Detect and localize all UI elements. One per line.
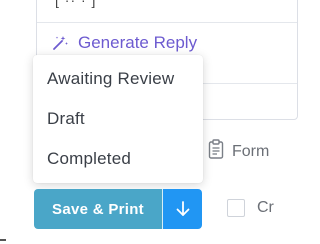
- menu-item-completed[interactable]: Completed: [33, 139, 203, 179]
- form-button-label: Form: [232, 142, 270, 160]
- menu-item-awaiting-review[interactable]: Awaiting Review: [33, 59, 203, 99]
- arrow-down-icon: [175, 200, 191, 218]
- edge-mark: [0, 239, 6, 241]
- split-toggle-button[interactable]: [163, 189, 202, 229]
- divider: [37, 22, 297, 23]
- checkbox-label: Cr: [257, 199, 274, 216]
- card-top-text: [ ·· · ]: [55, 0, 97, 8]
- generate-reply-label: Generate Reply: [78, 33, 198, 52]
- reply-editor-area: [ ·· · ] Generate Reply Form Cr Awaiting…: [0, 0, 298, 244]
- generate-reply-button[interactable]: Generate Reply: [51, 33, 197, 53]
- status-dropdown-menu: Awaiting Review Draft Completed: [33, 55, 203, 183]
- menu-item-label: Completed: [47, 149, 132, 168]
- menu-item-label: Awaiting Review: [47, 69, 175, 88]
- save-print-button[interactable]: Save & Print: [34, 189, 162, 229]
- checkbox-option[interactable]: Cr: [227, 199, 274, 217]
- save-print-split-button: Save & Print: [34, 189, 202, 229]
- clipboard-icon: [208, 139, 224, 164]
- menu-item-label: Draft: [47, 109, 85, 128]
- save-print-label: Save & Print: [52, 200, 144, 218]
- magic-wand-icon: [51, 34, 69, 52]
- form-button[interactable]: Form: [208, 139, 269, 164]
- menu-item-draft[interactable]: Draft: [33, 99, 203, 139]
- checkbox[interactable]: [227, 199, 245, 217]
